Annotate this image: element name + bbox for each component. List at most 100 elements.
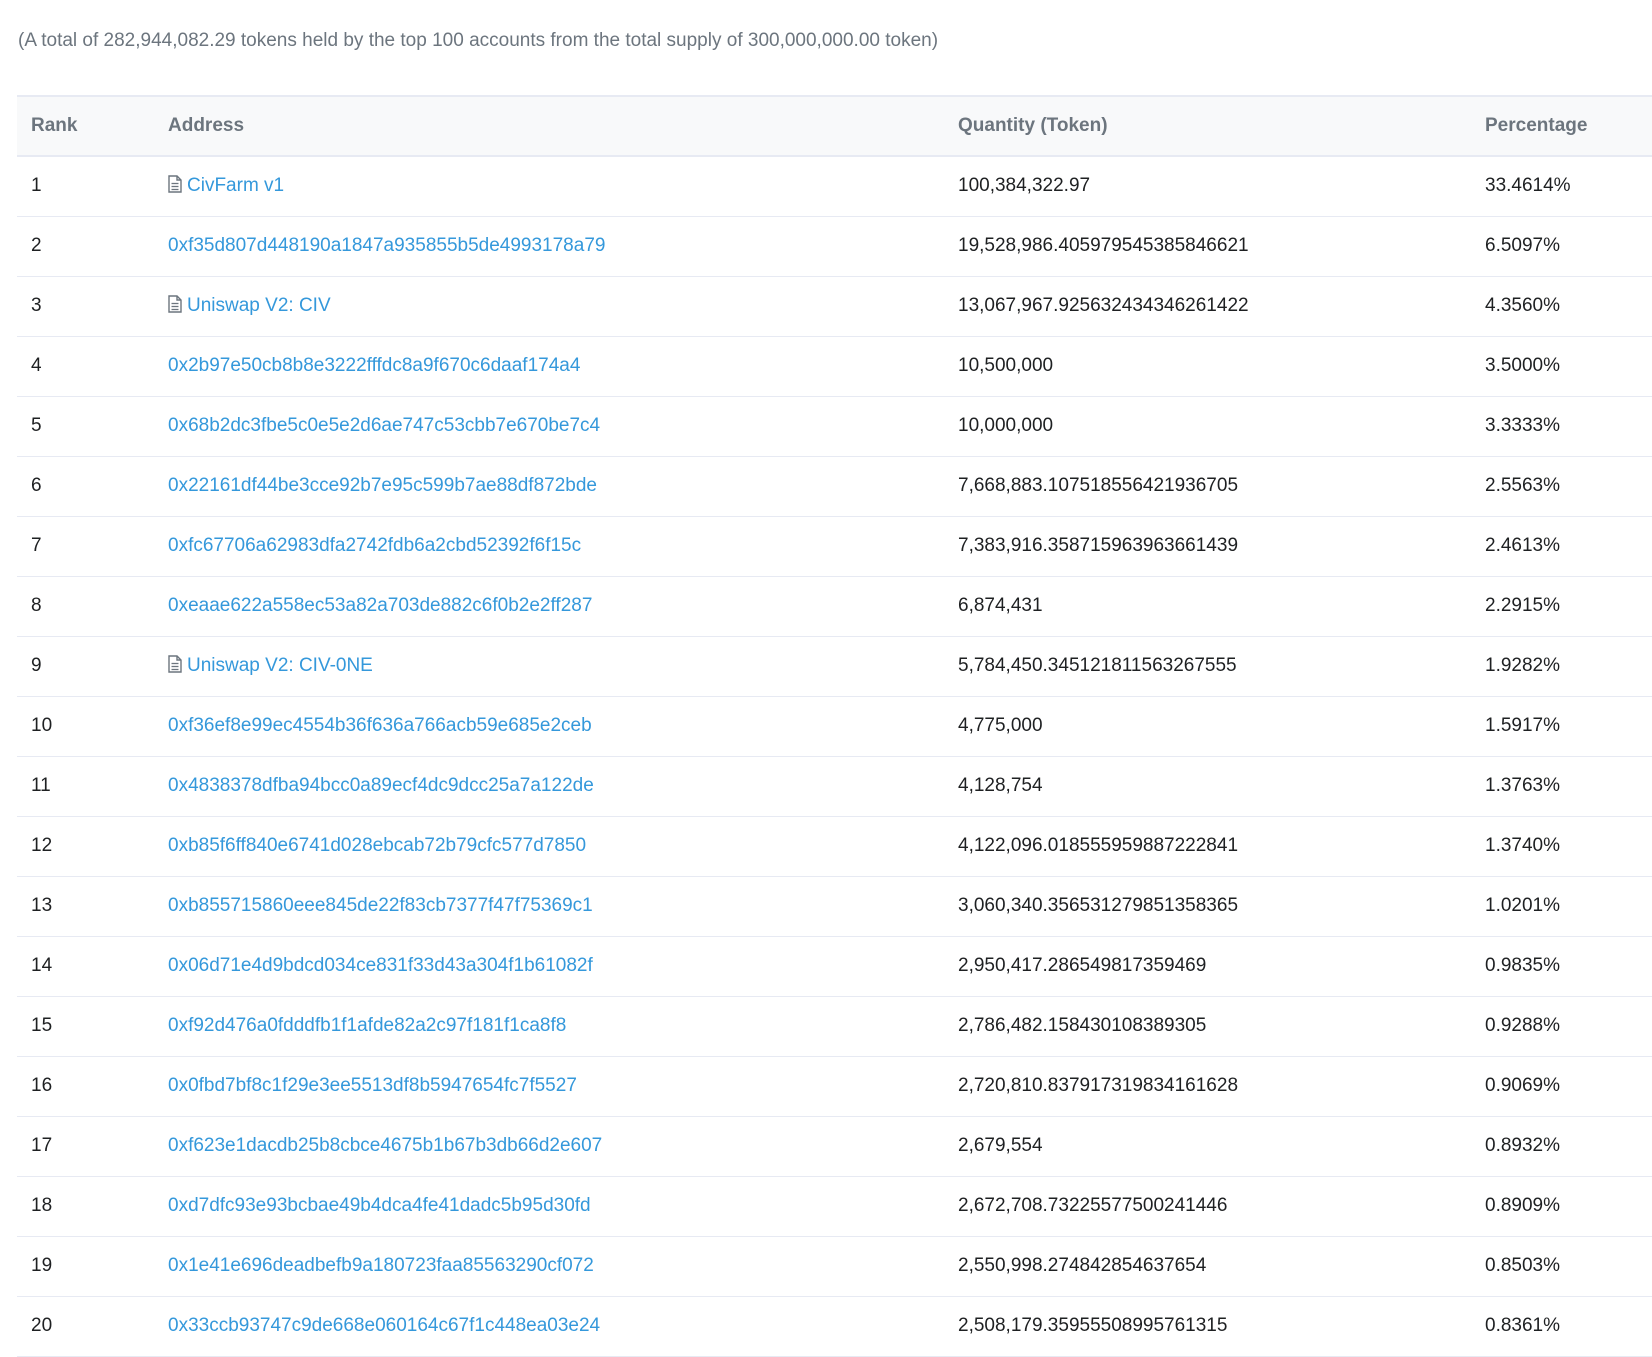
address-cell: 0x2b97e50cb8b8e3222fffdc8a9f670c6daaf174…: [168, 336, 958, 396]
percentage-cell: 0.9288%: [1485, 1015, 1561, 1036]
address-link[interactable]: CivFarm v1: [187, 175, 284, 196]
percentage-cell: 0.8932%: [1485, 1135, 1561, 1156]
address-cell: 0xb85f6ff840e6741d028ebcab72b79cfc577d78…: [168, 816, 958, 876]
address-link[interactable]: 0x2b97e50cb8b8e3222fffdc8a9f670c6daaf174…: [168, 355, 580, 376]
rank-cell: 20: [31, 1315, 53, 1336]
percentage-cell: 2.4613%: [1485, 535, 1561, 556]
address-link[interactable]: 0xd7dfc93e93bcbae49b4dca4fe41dadc5b95d30…: [168, 1195, 591, 1216]
address-cell: 0x22161df44be3cce92b7e95c599b7ae88df872b…: [168, 456, 958, 516]
rank-cell: 16: [31, 1075, 53, 1096]
address-link[interactable]: Uniswap V2: CIV-0NE: [187, 655, 373, 676]
table-row: 3 Uniswap V2: CIV 13,067,967.9256324343462…: [17, 276, 1652, 336]
table-row: 13 0xb855715860eee845de22f83cb7377f47f753…: [17, 876, 1652, 936]
rank-cell: 7: [31, 535, 42, 556]
table-row: 2 0xf35d807d448190a1847a935855b5de4993178…: [17, 216, 1652, 276]
address-link[interactable]: 0x68b2dc3fbe5c0e5e2d6ae747c53cbb7e670be7…: [168, 415, 600, 436]
address-link[interactable]: 0xf35d807d448190a1847a935855b5de4993178a…: [168, 235, 605, 256]
table-row: 19 0x1e41e696deadbefb9a180723faa85563290c…: [17, 1236, 1652, 1296]
address-link[interactable]: Uniswap V2: CIV: [187, 295, 331, 316]
address-link[interactable]: 0x1e41e696deadbefb9a180723faa85563290cf0…: [168, 1255, 594, 1276]
quantity-cell: 6,874,431: [958, 595, 1043, 616]
percentage-cell: 1.3763%: [1485, 775, 1561, 796]
rank-cell: 19: [31, 1255, 53, 1276]
table-header: Rank Address Quantity (Token) Percentage: [17, 96, 1652, 156]
file-text-icon: [168, 175, 182, 193]
quantity-cell: 2,679,554: [958, 1135, 1043, 1156]
address-cell: 0x68b2dc3fbe5c0e5e2d6ae747c53cbb7e670be7…: [168, 396, 958, 456]
table-body: 1 CivFarm v1 100,384,322.97 33.4614% 2 0xf35d…: [17, 156, 1652, 1356]
percentage-cell: 0.9835%: [1485, 955, 1561, 976]
table-row: 7 0xfc67706a62983dfa2742fdb6a2cbd52392f6f…: [17, 516, 1652, 576]
percentage-column-header: Percentage: [1485, 115, 1588, 136]
percentage-cell: 4.3560%: [1485, 295, 1561, 316]
rank-cell: 8: [31, 595, 42, 616]
address-link[interactable]: 0x22161df44be3cce92b7e95c599b7ae88df872b…: [168, 475, 597, 496]
quantity-cell: 4,122,096.018555959887222841: [958, 835, 1239, 856]
file-text-icon: [168, 295, 182, 313]
quantity-cell: 10,000,000: [958, 415, 1054, 436]
rank-cell: 5: [31, 415, 42, 436]
rank-cell: 14: [31, 955, 53, 976]
rank-column-header: Rank: [31, 115, 78, 136]
rank-cell: 3: [31, 295, 42, 316]
table-row: 16 0x0fbd7bf8c1f29e3ee5513df8b5947654fc7f…: [17, 1056, 1652, 1116]
rank-cell: 9: [31, 655, 42, 676]
quantity-cell: 2,672,708.73225577500241446: [958, 1195, 1228, 1216]
table-row: 15 0xf92d476a0fdddfb1f1afde82a2c97f181f1c…: [17, 996, 1652, 1056]
quantity-cell: 100,384,322.97: [958, 175, 1091, 197]
table-row: 17 0xf623e1dacdb25b8cbce4675b1b67b3db66d2…: [17, 1116, 1652, 1176]
address-link[interactable]: 0xf36ef8e99ec4554b36f636a766acb59e685e2c…: [168, 715, 592, 736]
rank-cell: 4: [31, 355, 42, 376]
address-cell: 0xfc67706a62983dfa2742fdb6a2cbd52392f6f1…: [168, 516, 958, 576]
table-row: 9 Uniswap V2: CIV-0NE 5,784,450.3451218115…: [17, 636, 1652, 696]
token-holders-table: Rank Address Quantity (Token) Percentage…: [17, 95, 1652, 1357]
address-link[interactable]: 0xf623e1dacdb25b8cbce4675b1b67b3db66d2e6…: [168, 1135, 602, 1156]
percentage-cell: 2.5563%: [1485, 475, 1561, 496]
table-row: 18 0xd7dfc93e93bcbae49b4dca4fe41dadc5b95d…: [17, 1176, 1652, 1236]
table-row: 6 0x22161df44be3cce92b7e95c599b7ae88df872…: [17, 456, 1652, 516]
quantity-cell: 5,784,450.345121811563267555: [958, 655, 1237, 676]
percentage-cell: 33.4614%: [1485, 175, 1571, 197]
address-cell: 0x1e41e696deadbefb9a180723faa85563290cf0…: [168, 1236, 958, 1296]
percentage-cell: 0.8909%: [1485, 1195, 1561, 1216]
percentage-cell: 6.5097%: [1485, 235, 1561, 256]
percentage-cell: 1.5917%: [1485, 715, 1561, 736]
holders-summary-text: (A total of 282,944,082.29 tokens held b…: [18, 30, 939, 51]
address-cell: 0xf35d807d448190a1847a935855b5de4993178a…: [168, 216, 958, 276]
address-column-header: Address: [168, 115, 245, 136]
address-link[interactable]: 0x33ccb93747c9de668e060164c67f1c448ea03e…: [168, 1315, 600, 1336]
percentage-cell: 0.8361%: [1485, 1315, 1561, 1336]
quantity-cell: 2,550,998.274842854637654: [958, 1255, 1207, 1276]
percentage-cell: 1.0201%: [1485, 895, 1561, 916]
address-link[interactable]: 0xeaae622a558ec53a82a703de882c6f0b2e2ff2…: [168, 595, 592, 616]
address-cell: Uniswap V2: CIV-0NE: [168, 636, 958, 696]
address-link[interactable]: 0x0fbd7bf8c1f29e3ee5513df8b5947654fc7f55…: [168, 1075, 577, 1096]
percentage-cell: 0.9069%: [1485, 1075, 1561, 1096]
address-cell: 0xd7dfc93e93bcbae49b4dca4fe41dadc5b95d30…: [168, 1176, 958, 1236]
address-link[interactable]: 0xf92d476a0fdddfb1f1afde82a2c97f181f1ca8…: [168, 1015, 566, 1036]
rank-cell: 1: [31, 175, 42, 197]
address-cell: 0x06d71e4d9bdcd034ce831f33d43a304f1b6108…: [168, 936, 958, 996]
percentage-cell: 2.2915%: [1485, 595, 1561, 616]
address-cell: 0x0fbd7bf8c1f29e3ee5513df8b5947654fc7f55…: [168, 1056, 958, 1116]
rank-cell: 17: [31, 1135, 53, 1156]
quantity-cell: 4,128,754: [958, 775, 1043, 796]
table-row: 12 0xb85f6ff840e6741d028ebcab72b79cfc577d…: [17, 816, 1652, 876]
address-cell: Uniswap V2: CIV: [168, 276, 958, 336]
table-row: 10 0xf36ef8e99ec4554b36f636a766acb59e685e…: [17, 696, 1652, 756]
address-link[interactable]: 0x06d71e4d9bdcd034ce831f33d43a304f1b6108…: [168, 955, 593, 976]
table-row: 5 0x68b2dc3fbe5c0e5e2d6ae747c53cbb7e670be…: [17, 396, 1652, 456]
quantity-cell: 2,720,810.837917319834161628: [958, 1075, 1239, 1096]
quantity-cell: 7,668,883.107518556421936705: [958, 475, 1239, 496]
address-cell: CivFarm v1: [168, 156, 958, 216]
percentage-cell: 1.9282%: [1485, 655, 1561, 676]
address-cell: 0xeaae622a558ec53a82a703de882c6f0b2e2ff2…: [168, 576, 958, 636]
address-link[interactable]: 0xfc67706a62983dfa2742fdb6a2cbd52392f6f1…: [168, 535, 581, 556]
table-row: 14 0x06d71e4d9bdcd034ce831f33d43a304f1b61…: [17, 936, 1652, 996]
address-link[interactable]: 0xb855715860eee845de22f83cb7377f47f75369…: [168, 895, 593, 916]
table-header-row: Rank Address Quantity (Token) Percentage: [17, 96, 1652, 156]
address-link[interactable]: 0x4838378dfba94bcc0a89ecf4dc9dcc25a7a122…: [168, 775, 594, 796]
quantity-cell: 2,786,482.158430108389305: [958, 1015, 1207, 1036]
file-text-icon: [168, 655, 182, 673]
address-link[interactable]: 0xb85f6ff840e6741d028ebcab72b79cfc577d78…: [168, 835, 586, 856]
